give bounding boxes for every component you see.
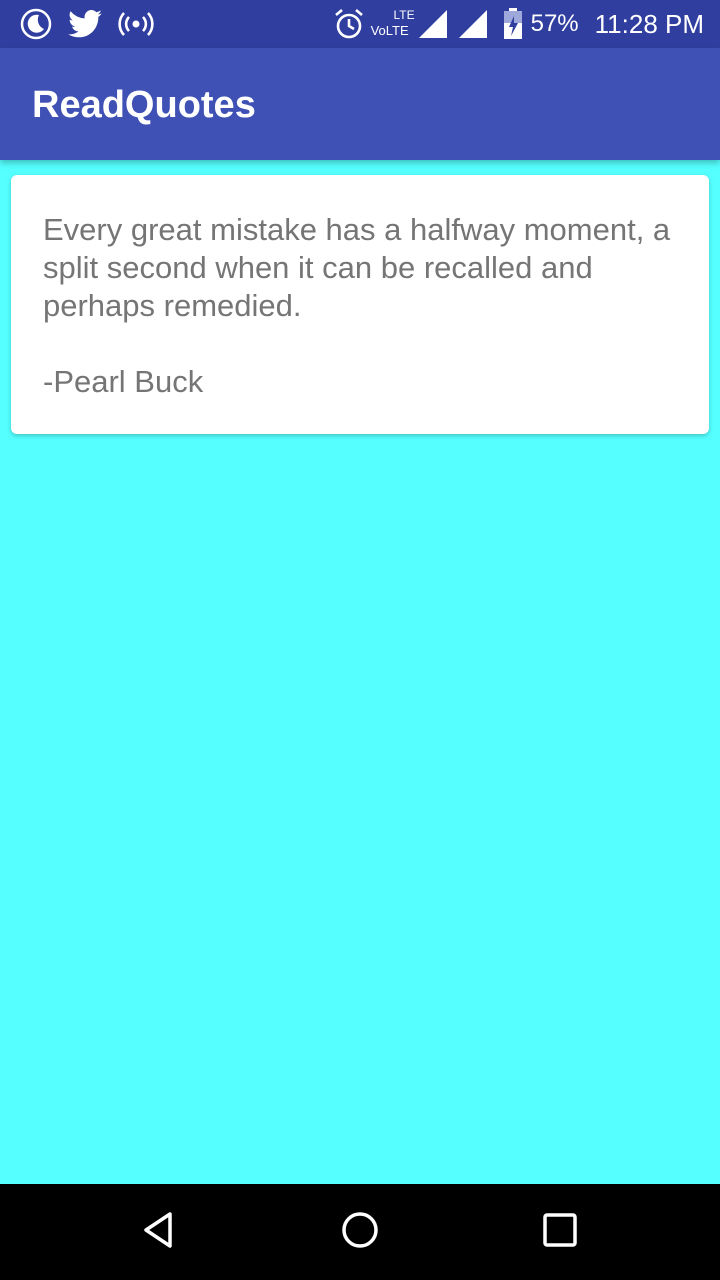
recents-button[interactable] bbox=[500, 1184, 620, 1280]
network-label: LTE VoLTE bbox=[371, 4, 419, 44]
status-bar-right: LTE VoLTE 57% 11:28 PM bbox=[333, 0, 704, 48]
status-bar-left bbox=[20, 0, 154, 48]
battery-icon bbox=[503, 8, 523, 40]
volte-label: VoLTE bbox=[370, 23, 409, 38]
quote-text: Every great mistake has a halfway moment… bbox=[43, 212, 671, 323]
quote-card[interactable]: Every great mistake has a halfway moment… bbox=[11, 175, 709, 434]
status-bar: LTE VoLTE 57% 11:28 PM bbox=[0, 0, 720, 48]
battery-percentage: 57% bbox=[530, 10, 579, 37]
navigation-bar bbox=[0, 1184, 720, 1280]
back-button[interactable] bbox=[100, 1184, 220, 1280]
signal-icon bbox=[418, 8, 449, 40]
signal-icon-2 bbox=[458, 8, 489, 40]
hotspot-icon bbox=[118, 10, 154, 38]
app-bar: ReadQuotes bbox=[0, 48, 720, 160]
alarm-icon bbox=[333, 8, 365, 40]
recents-icon bbox=[540, 1210, 580, 1255]
quote-author: -Pearl Buck bbox=[43, 364, 204, 399]
home-icon bbox=[340, 1210, 380, 1255]
clock: 11:28 PM bbox=[594, 8, 704, 39]
lte-label: LTE bbox=[393, 8, 415, 22]
app-title: ReadQuotes bbox=[32, 84, 256, 126]
back-icon bbox=[140, 1210, 180, 1255]
twitter-icon bbox=[68, 10, 102, 38]
home-button[interactable] bbox=[300, 1184, 420, 1280]
moon-icon bbox=[20, 8, 52, 40]
